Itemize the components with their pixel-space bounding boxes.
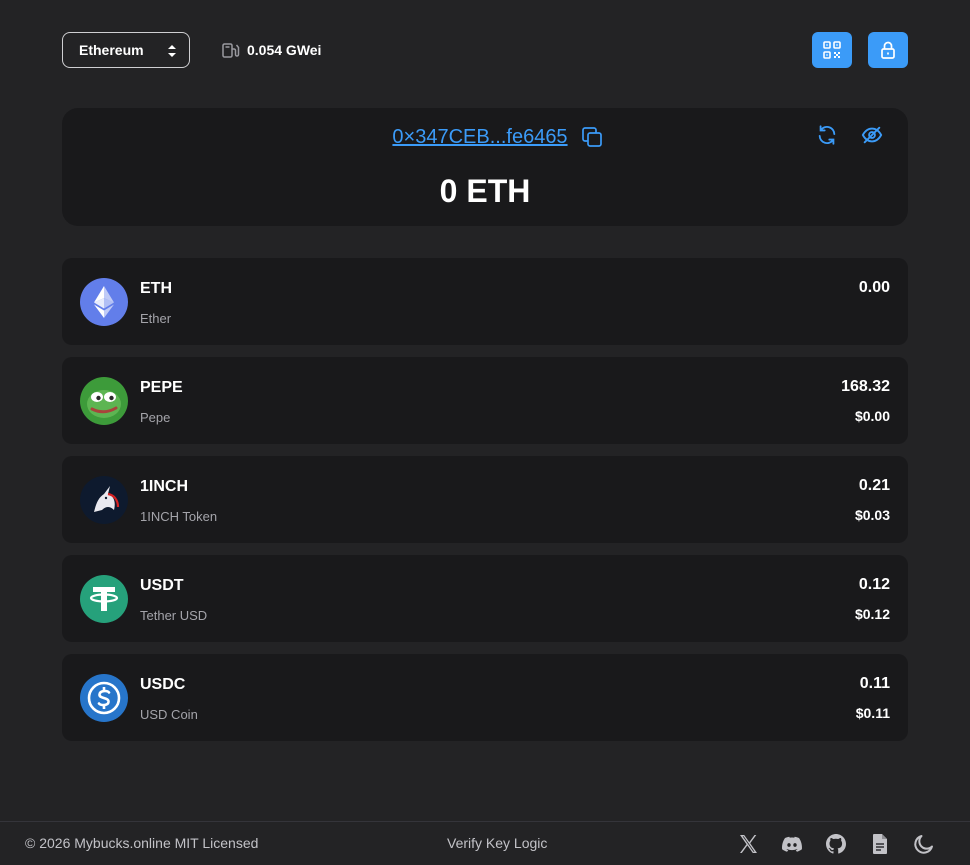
gas-pump-icon xyxy=(222,43,240,58)
token-symbol: ETH xyxy=(140,280,172,297)
lock-button[interactable] xyxy=(868,32,908,68)
refresh-icon[interactable] xyxy=(816,124,838,146)
token-usd-value: $0.11 xyxy=(855,705,890,721)
token-amount: 168.32 xyxy=(841,378,890,395)
qr-code-button[interactable] xyxy=(812,32,852,68)
token-name: Ether xyxy=(140,311,172,326)
token-usd-value: $0.03 xyxy=(854,507,890,523)
token-row-usdt[interactable]: USDT Tether USD 0.12 $0.12 xyxy=(62,555,908,642)
token-usd-value: $0.00 xyxy=(854,408,890,424)
token-symbol: 1INCH xyxy=(140,478,189,495)
token-row-1inch[interactable]: 1INCH 1INCH Token 0.21 $0.03 xyxy=(62,456,908,543)
github-icon[interactable] xyxy=(824,832,848,856)
lock-icon xyxy=(881,41,895,59)
header: Ethereum 0.054 GWei xyxy=(62,32,908,68)
token-name: Tether USD xyxy=(140,608,208,623)
address-row: 0×347CEB...fe6465 xyxy=(62,122,908,152)
tether-logo-icon xyxy=(80,575,128,623)
token-row-eth[interactable]: ETH Ether 0.00 xyxy=(62,258,908,345)
network-select-label: Ethereum xyxy=(79,42,144,58)
token-amount: 0.21 xyxy=(858,477,890,494)
discord-icon[interactable] xyxy=(780,832,804,856)
gas-price: 0.054 GWei xyxy=(220,32,321,68)
token-symbol: USDC xyxy=(140,676,186,693)
token-symbol: USDT xyxy=(140,577,184,594)
token-amount: 0.12 xyxy=(858,576,890,593)
token-usd-value: $0.12 xyxy=(854,606,890,622)
token-row-pepe[interactable]: PEPE Pepe 168.32 $0.00 xyxy=(62,357,908,444)
copy-icon[interactable] xyxy=(580,125,604,149)
token-name: USD Coin xyxy=(140,707,198,722)
token-name: 1INCH Token xyxy=(140,509,218,524)
verify-key-logic-link[interactable]: Verify Key Logic xyxy=(447,835,547,851)
eye-off-icon[interactable] xyxy=(861,124,883,146)
wallet-page: Ethereum 0.054 GWei 0×347CEB...fe6465 0 … xyxy=(0,0,970,865)
token-amount: 0.00 xyxy=(858,279,890,296)
gas-price-value: 0.054 GWei xyxy=(247,42,322,58)
network-select[interactable]: Ethereum xyxy=(62,32,190,68)
pepe-logo-icon xyxy=(80,377,128,425)
x-icon[interactable] xyxy=(736,832,760,856)
sort-caret-icon xyxy=(168,45,176,57)
total-balance: 0 ETH xyxy=(439,173,531,209)
token-symbol: PEPE xyxy=(140,379,183,396)
1inch-logo-icon xyxy=(80,476,128,524)
token-row-usdc[interactable]: USDC USD Coin 0.11 $0.11 xyxy=(62,654,908,741)
document-icon[interactable] xyxy=(868,832,892,856)
usdc-logo-icon xyxy=(80,674,128,722)
moon-icon[interactable] xyxy=(912,832,936,856)
qr-code-icon xyxy=(823,41,841,59)
wallet-address-link[interactable]: 0×347CEB...fe6465 xyxy=(392,122,567,152)
ethereum-logo-icon xyxy=(80,278,128,326)
token-amount: 0.11 xyxy=(859,675,890,692)
token-name: Pepe xyxy=(140,410,171,425)
copyright-text: © 2026 Mybucks.online MIT Licensed xyxy=(25,835,259,851)
account-card: 0×347CEB...fe6465 0 ETH xyxy=(62,108,908,226)
footer: © 2026 Mybucks.online MIT Licensed Verif… xyxy=(0,821,970,865)
